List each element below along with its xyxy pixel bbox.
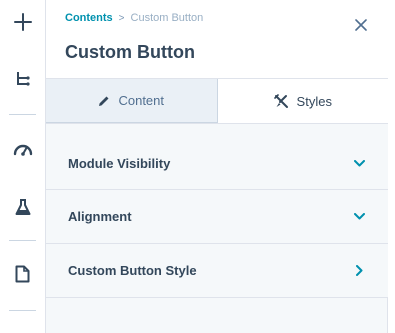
editor-app: Contents > Custom Button Custom Button C…: [0, 0, 395, 333]
tab-styles-label: Styles: [296, 93, 332, 109]
section-custom-button-style[interactable]: Custom Button Style: [46, 244, 388, 298]
chevron-down-icon: [352, 156, 366, 170]
module-panel: Contents > Custom Button Custom Button C…: [46, 0, 388, 333]
section-module-visibility[interactable]: Module Visibility: [46, 123, 388, 190]
test-button[interactable]: [0, 187, 45, 227]
tab-styles[interactable]: Styles: [217, 79, 388, 123]
section-alignment[interactable]: Alignment: [46, 190, 388, 244]
breadcrumb-current: Custom Button: [130, 12, 204, 24]
optimize-button[interactable]: [0, 129, 45, 169]
section-label: Alignment: [68, 209, 132, 224]
panel-tabs: Content Styles: [46, 79, 388, 123]
add-module-button[interactable]: [0, 2, 45, 42]
tab-content-label: Content: [118, 93, 165, 108]
panel-header: Contents > Custom Button Custom Button: [46, 0, 388, 79]
speedometer-icon: [13, 144, 32, 156]
toolbar-divider: [9, 240, 36, 241]
brush-tools-icon: [273, 93, 288, 108]
flask-icon: [15, 198, 30, 215]
section-label: Custom Button Style: [68, 263, 197, 278]
style-sections: Module Visibility Alignment Custom Butto…: [46, 123, 388, 298]
section-label: Module Visibility: [68, 155, 171, 171]
close-icon: [355, 19, 367, 31]
page-settings-button[interactable]: [0, 254, 45, 294]
page-title: Custom Button: [65, 42, 195, 62]
plus-icon: [13, 13, 32, 31]
chevron-right-icon: [352, 264, 366, 278]
document-icon: [15, 265, 30, 283]
breadcrumb: Contents > Custom Button: [65, 12, 203, 24]
tab-content[interactable]: Content: [46, 79, 218, 123]
close-panel-button[interactable]: [351, 15, 371, 35]
toolbar-divider: [9, 310, 36, 311]
tree-structure-icon: [16, 72, 30, 86]
pencil-icon: [99, 96, 109, 106]
breadcrumb-contents-link[interactable]: Contents: [65, 12, 113, 24]
page-structure-button[interactable]: [0, 59, 45, 99]
breadcrumb-separator: >: [118, 12, 125, 24]
left-toolbar: [0, 0, 46, 333]
toolbar-divider: [9, 114, 36, 115]
chevron-down-icon: [352, 210, 366, 224]
